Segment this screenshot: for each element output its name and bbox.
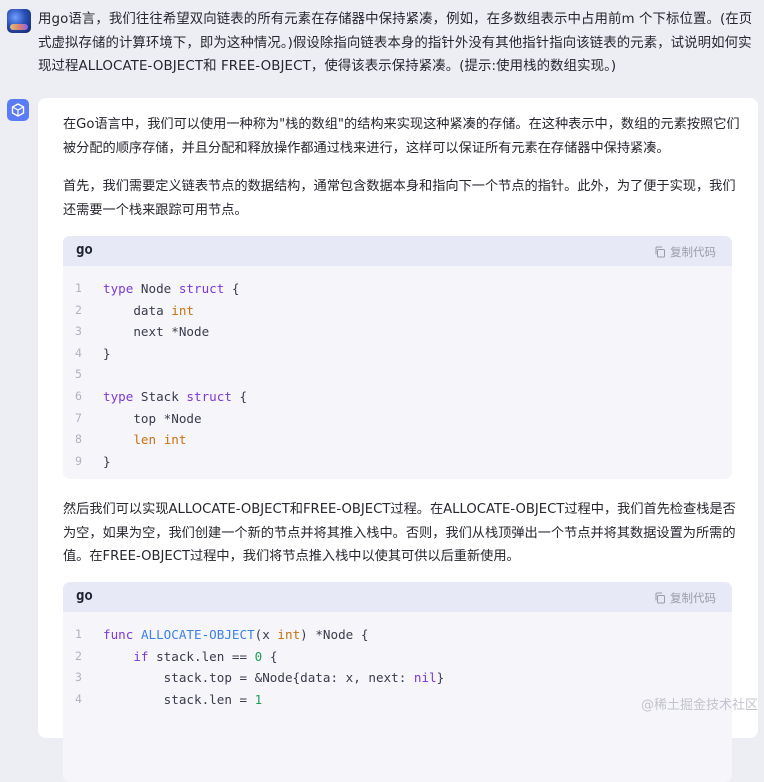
answer-paragraph-1: 在Go语言中，我们可以使用一种称为"栈的数组"的结构来实现这种紧凑的存储。在这种… bbox=[63, 117, 740, 156]
line-number: 1 bbox=[75, 281, 82, 295]
copy-code-button[interactable]: 复制代码 bbox=[654, 590, 716, 606]
code-line: 9} bbox=[63, 451, 732, 473]
code-line: 2 data int bbox=[63, 300, 732, 322]
code-text: len int bbox=[133, 432, 187, 448]
line-number: 4 bbox=[75, 691, 82, 706]
line-number: 5 bbox=[75, 367, 82, 382]
answer-paragraph-3: 然后我们可以实现ALLOCATE-OBJECT和FREE-OBJECT过程。在A… bbox=[63, 502, 736, 564]
code-line: 5 bbox=[63, 364, 732, 386]
cube-icon bbox=[11, 103, 25, 117]
code-line: 4 stack.len = 1 bbox=[63, 689, 732, 711]
user-message-text: 用go语言，我们往往希望双向链表的所有元素在存储器中保持紧凑，例如，在多数组表示… bbox=[38, 12, 753, 74]
line-number: 2 bbox=[75, 648, 82, 663]
copy-code-button[interactable]: 复制代码 bbox=[654, 244, 716, 260]
code-line: 3 next *Node bbox=[63, 321, 732, 343]
copy-icon bbox=[655, 246, 665, 258]
code-text: type Stack struct { bbox=[103, 388, 248, 404]
code-line: 1 func ALLOCATE-OBJECT(x int) *Node { bbox=[63, 624, 732, 646]
code-line: 7 top *Node bbox=[63, 408, 732, 430]
line-number: 7 bbox=[75, 410, 82, 425]
line-number: 1 bbox=[75, 627, 82, 641]
line-number: 6 bbox=[75, 388, 82, 403]
code-text: next *Node bbox=[103, 324, 210, 340]
code-line: 3 stack.top = &Node{data: x, next: nil} bbox=[63, 667, 732, 689]
code-line: 2 if stack.len == 0 { bbox=[63, 646, 732, 668]
code-language-label: go bbox=[76, 588, 93, 604]
line-number: 2 bbox=[75, 302, 82, 317]
code-line: 8 len int bbox=[63, 429, 732, 451]
code-block-header: go 复制代码 bbox=[63, 236, 732, 266]
code-text: type Node struct { bbox=[103, 281, 240, 296]
code-lines: 1 type Node struct {2 data int 3 next *Nod… bbox=[63, 266, 732, 476]
line-number: 4 bbox=[75, 345, 82, 360]
code-text: if stack.len == 0 { bbox=[133, 648, 278, 664]
copy-code-label: 复制代码 bbox=[670, 245, 716, 259]
code-line: 1 type Node struct { bbox=[63, 278, 732, 300]
watermark: @稀土掘金技术社区 bbox=[640, 698, 758, 713]
code-text: stack.top = &Node{data: x, next: nil} bbox=[103, 670, 445, 686]
code-line: 4} bbox=[63, 343, 732, 365]
answer-paragraph-2: 首先，我们需要定义链表节点的数据结构，通常包含数据本身和指向下一个节点的指针。此… bbox=[63, 179, 736, 218]
user-avatar bbox=[7, 9, 31, 33]
line-number: 9 bbox=[75, 453, 82, 468]
copy-code-label: 复制代码 bbox=[670, 591, 716, 605]
user-message: 用go语言，我们往往希望双向链表的所有元素在存储器中保持紧凑，例如，在多数组表示… bbox=[0, 0, 764, 88]
code-text: } bbox=[103, 345, 111, 361]
code-text: top *Node bbox=[103, 410, 202, 426]
code-line: 6 type Stack struct { bbox=[63, 386, 732, 408]
assistant-message-card: 在Go语言中，我们可以使用一种称为"栈的数组"的结构来实现这种紧凑的存储。在这种… bbox=[38, 98, 758, 782]
line-number: 3 bbox=[75, 670, 82, 685]
copy-icon bbox=[655, 592, 665, 604]
line-number: 3 bbox=[75, 324, 82, 339]
code-lines: 1 func ALLOCATE-OBJECT(x int) *Node { 2 if… bbox=[63, 612, 732, 714]
code-text: data int bbox=[103, 302, 194, 318]
code-text: func ALLOCATE-OBJECT(x int) *Node { bbox=[103, 627, 369, 642]
code-text: stack.len = 1 bbox=[103, 691, 263, 707]
code-block: go 复制代码 1 func ALLOCATE-OBJECT(x int) *No… bbox=[63, 582, 732, 782]
code-language-label: go bbox=[76, 242, 93, 258]
code-block: go 复制代码 1 type Node struct {2 data int 3 n… bbox=[63, 236, 732, 479]
code-text: } bbox=[103, 453, 111, 469]
line-number: 8 bbox=[75, 432, 82, 447]
assistant-avatar bbox=[7, 99, 29, 121]
code-block-header: go 复制代码 bbox=[63, 582, 732, 612]
